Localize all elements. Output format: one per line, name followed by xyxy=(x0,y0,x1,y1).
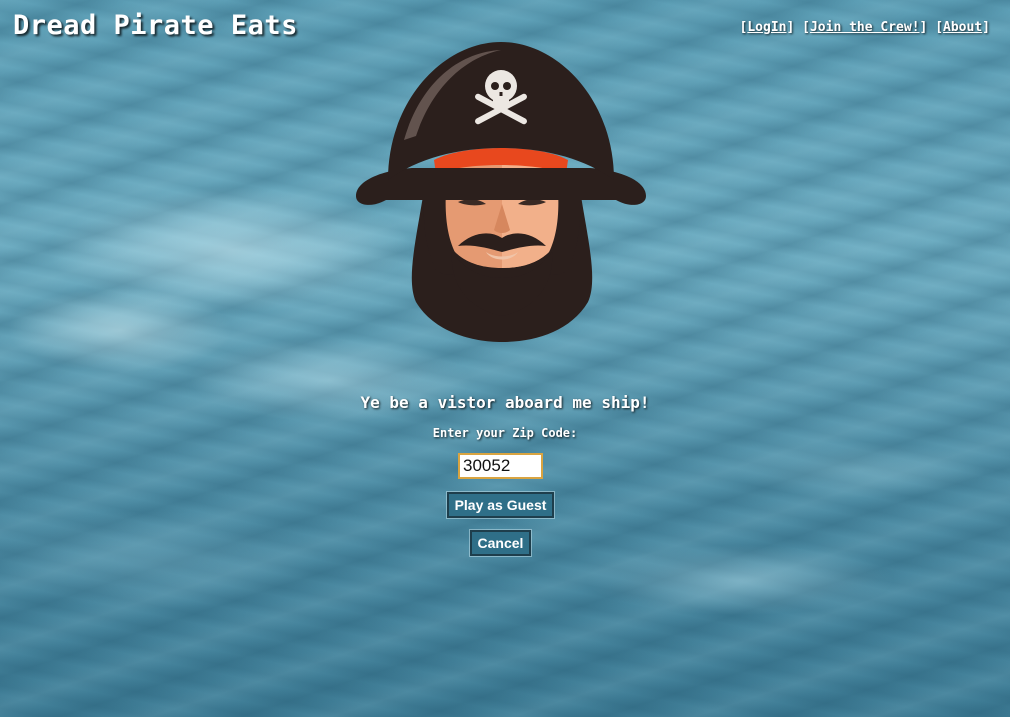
zip-code-input[interactable] xyxy=(458,453,543,479)
top-nav: [LogIn] [Join the Crew!] [About] xyxy=(739,20,990,35)
site-title: Dread Pirate Eats xyxy=(13,10,298,41)
nav-login-link[interactable]: LogIn xyxy=(747,20,786,35)
cancel-button[interactable]: Cancel xyxy=(470,530,531,556)
welcome-message: Ye be a vistor aboard me ship! xyxy=(360,393,650,412)
nav-about-link[interactable]: About xyxy=(943,20,982,35)
nav-join-crew-link[interactable]: Join the Crew! xyxy=(810,20,920,35)
pirate-captain-icon xyxy=(356,42,646,342)
play-as-guest-button[interactable]: Play as Guest xyxy=(447,492,554,518)
zip-code-label: Enter your Zip Code: xyxy=(432,426,578,440)
